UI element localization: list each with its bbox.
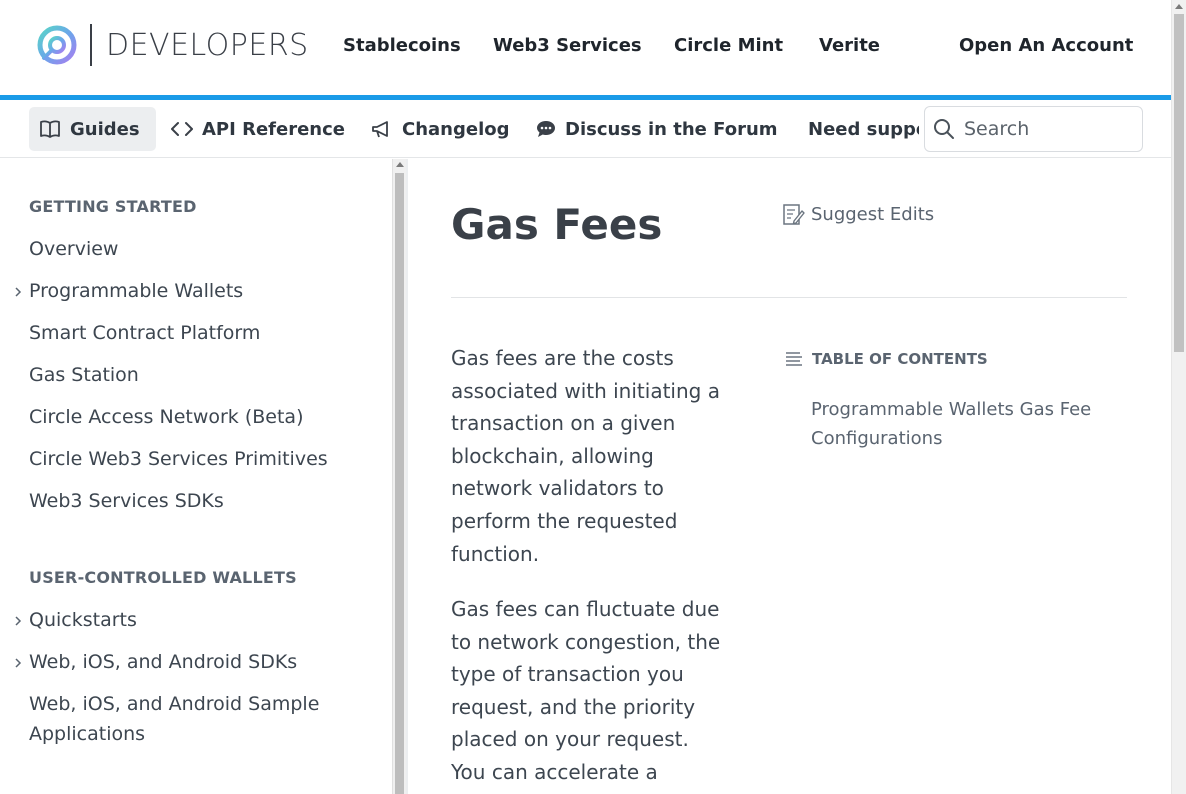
page-scrollbar-thumb[interactable] [1174, 14, 1184, 352]
tab-changelog[interactable]: Changelog [371, 107, 510, 151]
page-title: Gas Fees [451, 200, 663, 249]
page-scrollbar[interactable] [1171, 0, 1186, 794]
sub-navigation: Guides API Reference Changelog Discuss i… [0, 100, 1171, 158]
sidebar-item-smart-contract-platform[interactable]: Smart Contract Platform [29, 318, 260, 348]
chevron-right-icon[interactable] [12, 286, 24, 298]
megaphone-icon [372, 121, 388, 138]
list-icon [786, 352, 802, 366]
tab-guides[interactable]: Guides [29, 107, 156, 151]
tab-guides-label: Guides [70, 118, 140, 140]
toc-heading: TABLE OF CONTENTS [784, 350, 988, 368]
tab-need-support[interactable]: Need support? [799, 107, 919, 151]
suggest-edits-label: Suggest Edits [811, 204, 935, 225]
topnav-web3-services[interactable]: Web3 Services [493, 35, 642, 56]
sidebar-item-web3-primitives[interactable]: Circle Web3 Services Primitives [29, 444, 328, 474]
sidebar-item-circle-access-network[interactable]: Circle Access Network (Beta) [29, 402, 304, 432]
sidebar-section-user-controlled-wallets: USER-CONTROLLED WALLETS [29, 568, 297, 587]
tab-need-support-label: Need support? [808, 118, 919, 140]
sidebar-item-programmable-wallets[interactable]: Programmable Wallets [29, 276, 243, 306]
topnav-verite[interactable]: Verite [819, 35, 880, 56]
chevron-right-icon[interactable] [12, 615, 24, 627]
book-icon [40, 120, 60, 138]
scroll-up-arrow-icon[interactable] [396, 162, 404, 167]
search-input[interactable] [964, 118, 1124, 140]
sidebar-item-quickstarts[interactable]: Quickstarts [29, 605, 137, 635]
tab-discuss-forum-label: Discuss in the Forum [565, 118, 778, 140]
sidebar: GETTING STARTED Overview Programmable Wa… [0, 159, 392, 794]
scroll-up-arrow-icon[interactable] [1175, 4, 1183, 9]
suggest-edits-button[interactable]: Suggest Edits [782, 203, 934, 226]
topnav-stablecoins[interactable]: Stablecoins [343, 35, 461, 56]
circle-logo-icon [37, 25, 77, 65]
logo-text: DEVELOPERS [106, 27, 309, 63]
toc-link-gas-fee-configurations[interactable]: Programmable Wallets Gas Fee Configurati… [811, 395, 1111, 453]
sidebar-scrollbar-thumb[interactable] [395, 173, 404, 794]
sidebar-item-web-ios-android-sdks[interactable]: Web, iOS, and Android SDKs [29, 647, 297, 677]
sidebar-scrollbar[interactable] [392, 159, 406, 794]
sidebar-item-web3-sdks[interactable]: Web3 Services SDKs [29, 486, 224, 516]
tab-changelog-label: Changelog [402, 118, 510, 140]
tab-discuss-forum[interactable]: Discuss in the Forum [536, 107, 778, 151]
top-header: DEVELOPERS Stablecoins Web3 Services Cir… [0, 0, 1171, 95]
tab-api-reference[interactable]: API Reference [171, 107, 345, 151]
paragraph-gas-fees-fluctuate: Gas fees can fluctuate due to network co… [451, 597, 721, 784]
toc-title: TABLE OF CONTENTS [812, 350, 988, 368]
search-box[interactable] [924, 106, 1143, 152]
circle-developers-logo[interactable]: DEVELOPERS [36, 22, 309, 68]
title-divider [451, 297, 1127, 298]
topnav-circle-mint[interactable]: Circle Mint [674, 35, 783, 56]
sidebar-item-gas-station[interactable]: Gas Station [29, 360, 139, 390]
open-account-link[interactable]: Open An Account [959, 35, 1133, 56]
search-icon [934, 119, 954, 139]
content-divider [406, 159, 408, 794]
sidebar-item-sample-applications[interactable]: Web, iOS, and Android Sample Application… [29, 689, 359, 749]
paragraph-gas-fees-definition: Gas fees are the costs associated with i… [451, 346, 720, 566]
sidebar-section-getting-started: GETTING STARTED [29, 197, 197, 216]
tab-api-reference-label: API Reference [202, 118, 345, 140]
sidebar-item-overview[interactable]: Overview [29, 234, 118, 264]
chevron-right-icon[interactable] [12, 657, 24, 669]
logo-divider [90, 24, 92, 66]
edit-document-icon [783, 204, 805, 225]
code-icon [171, 122, 193, 136]
chat-bubble-icon [537, 121, 555, 137]
